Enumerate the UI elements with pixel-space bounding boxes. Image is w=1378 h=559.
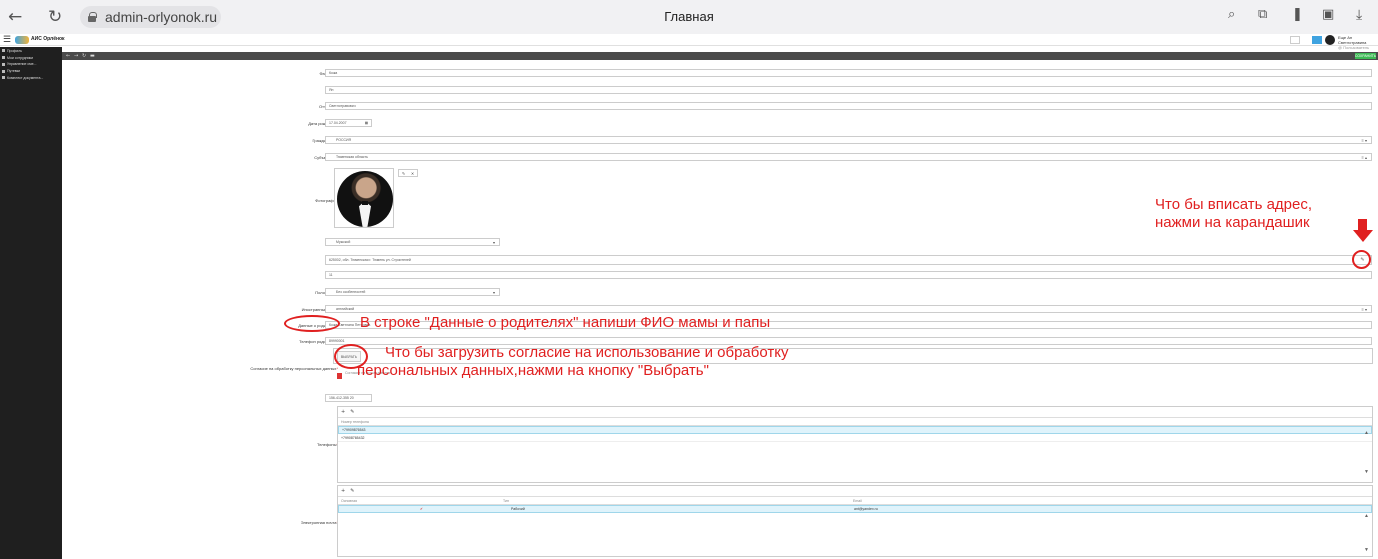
forward-icon[interactable]: → [74, 53, 78, 59]
consent-hint-line2: персональных данных,нажми на кнопку "Выб… [357, 362, 709, 379]
search-icon[interactable]: ⌕ [1228, 7, 1235, 22]
citizenship-select[interactable]: РОССИЯ ≡ ▾ [325, 136, 1372, 144]
user-icon [2, 49, 5, 53]
form-toolbar: ← → ↻ ▬ СОХРАНИТЬ [62, 52, 1378, 60]
bookmark-icon[interactable]: ❚ [1292, 7, 1303, 22]
column-header: Email [853, 498, 862, 503]
scroll-up-icon[interactable]: ▲ [1364, 513, 1369, 519]
emails-label: Электронная почта* [300, 520, 338, 525]
language-select[interactable]: английский ≡ ▾ [325, 305, 1372, 313]
sidebar-item-employees[interactable]: Мои сотрудники [0, 55, 62, 61]
sidebar-item-documents[interactable]: Комплект документа... [0, 75, 62, 81]
card-icon[interactable]: ▬ [90, 53, 95, 59]
surname-field[interactable]: Кожа [325, 69, 1372, 77]
user-photo [337, 171, 393, 227]
patronymic-field[interactable]: Светлотравович [325, 102, 1372, 110]
edit-icon[interactable]: ✎ [350, 488, 354, 494]
address-hint-line2: нажми на карандашик [1155, 214, 1310, 231]
avatar[interactable] [1325, 35, 1335, 45]
user-menu[interactable]: Еще Ан Светлотравина @ Пользователь [1338, 35, 1378, 50]
file-icon [337, 373, 342, 379]
consent-label: Согласие на обработку персональных данны… [250, 366, 338, 371]
table-row[interactable]: ✔ Рабочий ant@yandex.ru [338, 505, 1372, 513]
birth-date-field[interactable]: 17.04.2007 ▦ [325, 119, 372, 127]
sidebar-item-label: Путевки [7, 69, 21, 73]
browser-toolbar: ← ↻ admin-orlyonok.ru Главная ⌕ ⧉ ❚ ▣ ⤓ [0, 0, 1378, 34]
clock-icon [2, 62, 5, 66]
user-role: @ Пользователь [1338, 45, 1370, 50]
menu-icon[interactable]: ☰ [3, 34, 11, 45]
photo-actions[interactable]: ✎ ✕ [398, 169, 418, 177]
sidebar-item-profile[interactable]: Профиль [0, 48, 62, 54]
app-name: АИС Орлёнок [31, 36, 65, 42]
parents-highlight [284, 315, 340, 332]
scroll-down-icon[interactable]: ▼ [1364, 547, 1369, 553]
logo-icon [15, 36, 29, 44]
address-field[interactable]: 625002, обл. Тюменская г. Тюмень ул. Стр… [325, 255, 1372, 265]
column-header: Тип [503, 498, 509, 503]
name-field[interactable]: Ян [325, 86, 1372, 94]
add-icon[interactable]: + [341, 409, 345, 415]
table-row[interactable]: +79909876543 [338, 426, 1372, 434]
sidebar-item-label: Профиль [7, 48, 23, 53]
user-name: Еще Ан Светлотравина [1338, 35, 1367, 45]
address-hint-line1: Что бы вписать адрес, [1155, 196, 1313, 213]
back-icon[interactable]: ← [66, 53, 70, 59]
sidebar: Профиль Мои сотрудники Управление сме...… [0, 47, 62, 559]
close-icon[interactable]: ✕ [411, 171, 414, 176]
sidebar-item-label: Мои сотрудники [7, 55, 34, 60]
dropdown-icon[interactable]: ≡ ▴ [1362, 155, 1367, 160]
phones-label: Телефоны* [316, 442, 338, 447]
sidebar-item-label: Управление сме... [7, 62, 37, 67]
sidebar-item-shifts[interactable]: Управление сме... [0, 62, 62, 68]
translate-icon[interactable]: ⧉ [1258, 7, 1267, 22]
users-icon [2, 56, 5, 60]
edit-icon[interactable]: ✎ [402, 171, 405, 176]
notification-icon[interactable] [1312, 36, 1322, 44]
app-header: ☰ АИС Орлёнок Еще Ан Светлотравина @ Пол… [0, 34, 1378, 50]
gender-select[interactable]: Мужской ▾ [325, 238, 500, 246]
ticket-icon [2, 69, 5, 73]
fullscreen-icon[interactable] [1290, 36, 1300, 44]
grade-field[interactable]: 11 [325, 271, 1372, 279]
region-select[interactable]: Тюменская область ≡ ▴ [325, 153, 1372, 161]
docs-icon [2, 76, 5, 80]
save-button[interactable]: СОХРАНИТЬ [1355, 53, 1376, 59]
phones-grid: + ✎ Номер телефона +79909876543 +79908765… [337, 406, 1373, 483]
calendar-icon[interactable]: ▦ [365, 121, 368, 125]
refresh-icon[interactable]: ↻ [82, 53, 86, 59]
phone-column-header: Номер телефона [341, 419, 369, 424]
page-title: Главная [664, 9, 714, 24]
photo-preview [334, 168, 394, 228]
chevron-down-icon[interactable]: ▾ [493, 290, 495, 295]
disability-select[interactable]: Без особенностей ▾ [325, 288, 500, 296]
chevron-down-icon[interactable]: ▾ [493, 240, 495, 245]
scroll-up-icon[interactable]: ▲ [1364, 430, 1369, 436]
edit-icon[interactable]: ✎ [350, 409, 354, 415]
download-icon[interactable]: ⤓ [1356, 7, 1362, 23]
sidebar-item-label: Комплект документа... [7, 75, 44, 80]
table-row[interactable]: +79908765432 [338, 434, 1372, 442]
sidebar-item-vouchers[interactable]: Путевки [0, 68, 62, 74]
emails-grid: + ✎ Основная Тип Email ✔ Рабочий ant@yand… [337, 485, 1373, 557]
dropdown-icon[interactable]: ≡ ▾ [1362, 138, 1367, 143]
collections-icon[interactable]: ▣ [1322, 7, 1334, 22]
pencil-highlight [1352, 250, 1371, 269]
column-header: Основная [341, 498, 357, 503]
dropdown-icon[interactable]: ≡ ▾ [1362, 307, 1367, 312]
parents-hint: В строке "Данные о родителях" напиши ФИО… [360, 314, 771, 331]
consent-hint-line1: Что бы загрузить согласие на использован… [385, 344, 789, 361]
add-icon[interactable]: + [341, 488, 345, 494]
snils-field[interactable]: 156-412-355 20 [325, 394, 372, 402]
scroll-down-icon[interactable]: ▼ [1364, 469, 1369, 475]
